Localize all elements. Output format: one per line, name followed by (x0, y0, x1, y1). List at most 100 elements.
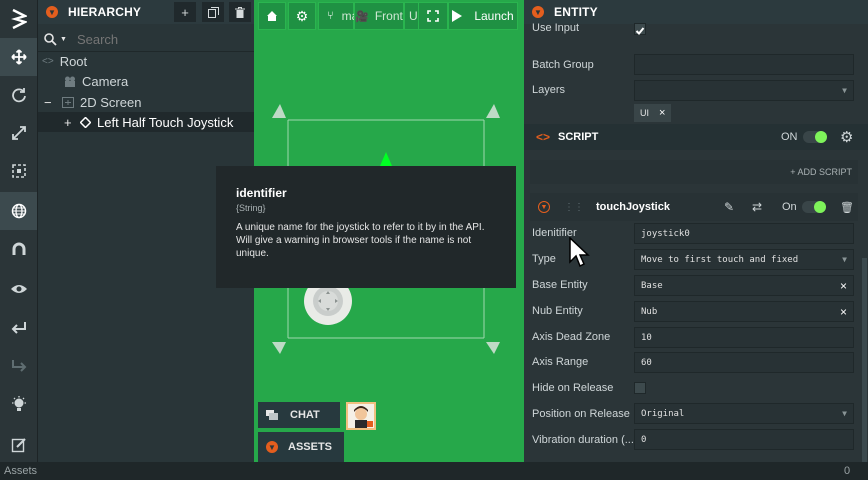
status-right: 0 (844, 465, 851, 477)
plus-icon: + (181, 4, 189, 20)
code-icon: <> (536, 130, 551, 144)
magnet-icon[interactable] (0, 230, 37, 268)
script-name: touchJoystick (596, 201, 670, 213)
use-input-checkbox[interactable] (634, 23, 646, 35)
search-dropdown-icon[interactable]: ▼ (60, 36, 67, 43)
assets-label: ASSETS (288, 441, 333, 453)
script-instance-header: ▼ ⋮⋮ touchJoystick ✎ ⇄ On 🗑 (530, 193, 858, 221)
duplicate-entity-button[interactable] (202, 2, 224, 22)
collapse-icon[interactable]: ▼ (538, 201, 550, 213)
hierarchy-search[interactable]: ▼ (38, 28, 254, 50)
add-script-button[interactable]: + ADD SCRIPT (530, 160, 858, 184)
inspector-scrollbar[interactable] (862, 258, 867, 462)
tree-item-label: 2D Screen (80, 94, 142, 110)
clear-icon[interactable]: × (840, 279, 847, 293)
undo-icon[interactable] (0, 308, 37, 346)
scale-icon[interactable] (0, 114, 37, 152)
position-on-release-label: Position on Release (532, 408, 630, 420)
move-icon[interactable] (0, 38, 37, 76)
screen-icon (62, 96, 74, 108)
chevron-down-icon: ▼ (842, 255, 847, 264)
collapse-toggle[interactable]: − (44, 95, 54, 110)
axis-dead-zone-label: Axis Dead Zone (532, 331, 611, 343)
nub-entity-label: Nub Entity (532, 305, 583, 317)
trash-icon[interactable]: 🗑 (840, 201, 854, 214)
nub-entity-value: Nub (641, 306, 658, 317)
nub-entity-field[interactable]: Nub × (634, 301, 854, 322)
tooltip-type: {String} (236, 203, 266, 213)
drag-handle-icon[interactable]: ⋮⋮ (564, 202, 584, 213)
edit-script-icon[interactable]: ✎ (724, 200, 734, 214)
trash-icon (235, 6, 245, 18)
tooltip-title: identifier (236, 186, 287, 200)
hide-on-release-label: Hide on Release (532, 382, 614, 394)
tree-item-2d-screen[interactable]: − 2D Screen (38, 92, 254, 112)
base-entity-value: Base (641, 280, 663, 291)
gear-icon[interactable]: ⚙ (840, 128, 853, 146)
expand-toggle[interactable]: + (64, 115, 74, 130)
add-entity-button[interactable]: + (174, 2, 196, 22)
layers-select[interactable]: ▼ (634, 80, 854, 101)
status-bar: Assets 0 (0, 462, 868, 480)
code-brackets-icon: <> (42, 55, 54, 67)
clear-icon[interactable]: × (840, 305, 847, 319)
batch-group-label: Batch Group (532, 59, 594, 71)
base-entity-field[interactable]: Base × (634, 275, 854, 296)
redo-icon[interactable] (0, 346, 37, 384)
reload-icon[interactable]: ⇄ (752, 200, 762, 214)
collapse-icon[interactable]: ▼ (266, 441, 278, 453)
script-enable-toggle[interactable] (803, 131, 827, 143)
add-script-label: + ADD SCRIPT (790, 167, 852, 177)
collapse-icon[interactable]: ▼ (532, 6, 544, 18)
axis-dead-zone-value: 10 (641, 332, 652, 343)
vibration-duration-field[interactable]: 0 (634, 429, 854, 450)
rotate-icon[interactable] (0, 76, 37, 114)
entity-diamond-icon (80, 116, 91, 128)
chevron-down-icon: ▼ (842, 86, 847, 95)
identifier-field[interactable]: joystick0 (634, 223, 854, 244)
type-select[interactable]: Move to first touch and fixed ▼ (634, 249, 854, 270)
hide-on-release-checkbox[interactable] (634, 382, 646, 394)
lightbulb-icon[interactable] (0, 386, 37, 424)
cursor-icon (569, 237, 590, 268)
tree-item-left-half-touch-joystick[interactable]: + Left Half Touch Joystick (38, 112, 254, 132)
base-entity-label: Base Entity (532, 279, 588, 291)
avatar[interactable] (346, 402, 376, 430)
eye-icon[interactable] (0, 270, 37, 308)
assets-panel-header[interactable]: ▼ ASSETS (258, 432, 344, 462)
chat-icon (266, 409, 278, 420)
identifier-value: joystick0 (641, 228, 690, 239)
logo-icon[interactable] (0, 0, 37, 38)
edit-icon[interactable] (0, 426, 37, 464)
resize-icon[interactable] (0, 152, 37, 190)
vibration-duration-value: 0 (641, 434, 647, 445)
tree-item-camera[interactable]: Camera (38, 71, 254, 91)
script-header: <> SCRIPT ON ⚙ (524, 124, 868, 150)
remove-layer-icon[interactable]: × (659, 107, 665, 119)
entity-title: ENTITY (554, 5, 598, 19)
tree-item-root[interactable]: <> Root (38, 51, 254, 71)
layer-tag: UI × (634, 104, 672, 122)
tree-item-label: Left Half Touch Joystick (97, 114, 234, 130)
vibration-duration-label: Vibration duration (... (532, 434, 634, 446)
inspector-panel: ▼ ENTITY Use Input Batch Group Layers ▼ … (524, 0, 868, 462)
search-input[interactable] (76, 31, 237, 47)
layers-label: Layers (532, 84, 566, 96)
use-input-label: Use Input (532, 22, 580, 34)
tree-item-label: Camera (82, 73, 129, 89)
camera-icon (65, 76, 75, 87)
tools-toolbar (0, 0, 38, 480)
search-icon (44, 32, 57, 46)
batch-group-select[interactable] (634, 54, 854, 75)
delete-entity-button[interactable] (229, 2, 251, 22)
chat-toggle[interactable]: CHAT (258, 402, 340, 428)
tree-item-label: Root (59, 53, 88, 69)
world-icon[interactable] (0, 192, 37, 230)
script-instance-toggle[interactable] (802, 201, 826, 213)
axis-dead-zone-field[interactable]: 10 (634, 327, 854, 348)
attribute-tooltip: identifier {String} A unique name for th… (216, 166, 516, 288)
collapse-icon[interactable]: ▼ (46, 6, 58, 18)
type-label: Type (532, 253, 556, 265)
axis-range-field[interactable]: 60 (634, 352, 854, 373)
position-on-release-select[interactable]: Original ▼ (634, 403, 854, 424)
